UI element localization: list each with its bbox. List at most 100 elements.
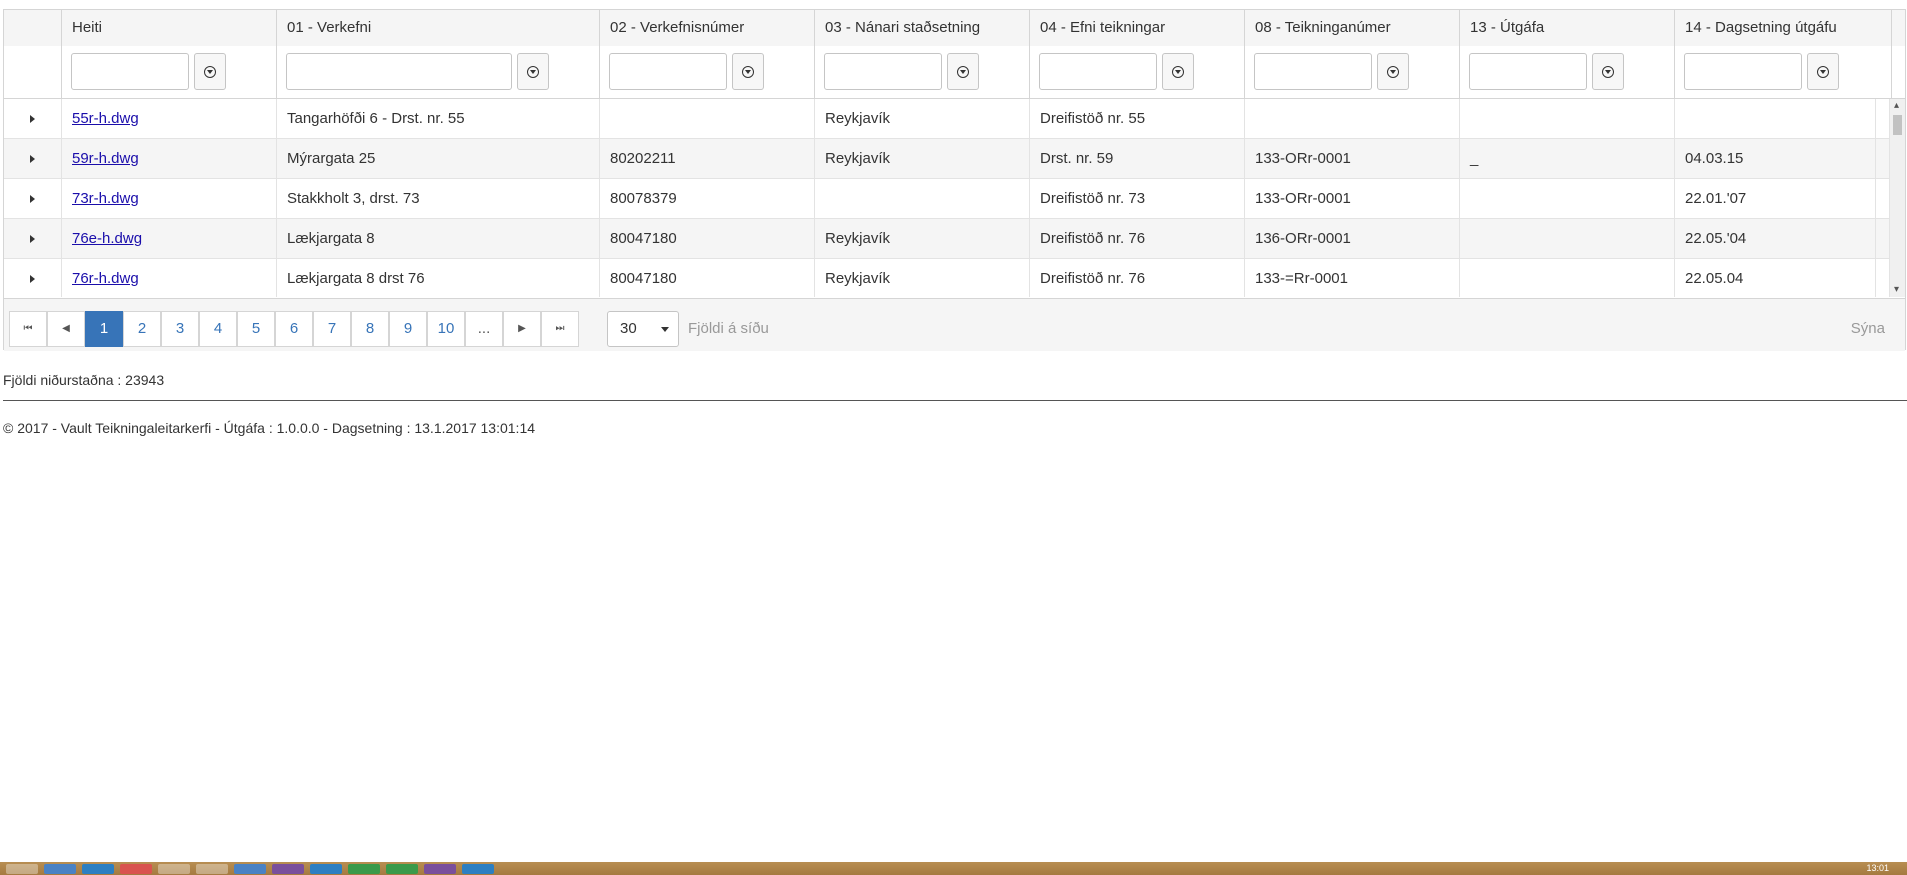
taskbar-app-icon[interactable] <box>424 863 456 874</box>
cell-stadsetning: Reykjavík <box>815 99 1030 138</box>
filter-icon <box>204 65 216 78</box>
cell-verkefni: Lækjargata 8 drst 76 <box>277 259 600 297</box>
cell-heiti: 76r-h.dwg <box>62 259 277 297</box>
drawing-file-link[interactable]: 55r-h.dwg <box>72 110 139 127</box>
cell-utgafa <box>1460 259 1675 297</box>
prev-page-button[interactable]: ◀ <box>47 311 85 347</box>
header-stadsetning[interactable]: 03 - Nánari staðsetning <box>815 10 1030 46</box>
header-efni[interactable]: 04 - Efni teikningar <box>1030 10 1245 46</box>
page-button-5[interactable]: 5 <box>237 311 275 347</box>
taskbar-app-icon[interactable] <box>234 863 266 874</box>
expand-arrow-icon <box>30 274 35 283</box>
filter-button-teikninganumer[interactable] <box>1377 53 1409 90</box>
scroll-up-icon[interactable]: ▴ <box>1894 101 1902 111</box>
start-button[interactable] <box>6 863 38 874</box>
taskbar-clock: 13:01 <box>1866 863 1889 873</box>
header-dagsetning[interactable]: 14 - Dagsetning útgáfu <box>1675 10 1892 46</box>
expand-row-button[interactable] <box>4 259 62 297</box>
drawing-file-link[interactable]: 76r-h.dwg <box>72 270 139 287</box>
taskbar-app-icon[interactable] <box>462 863 494 874</box>
cell-teikninganumer: 133-ORr-0001 <box>1245 139 1460 178</box>
results-count: Fjöldi niðurstaðna : 23943 <box>3 372 165 388</box>
page-button-9[interactable]: 9 <box>389 311 427 347</box>
expand-arrow-icon <box>30 194 35 203</box>
filter-button-stadsetning[interactable] <box>947 53 979 90</box>
header-utgafa[interactable]: 13 - Útgáfa <box>1460 10 1675 46</box>
header-teikninganumer[interactable]: 08 - Teikninganúmer <box>1245 10 1460 46</box>
header-verkefni[interactable]: 01 - Verkefni <box>277 10 600 46</box>
page-button-more[interactable]: ... <box>465 311 503 347</box>
taskbar-app-icon[interactable] <box>272 863 304 874</box>
next-page-button[interactable]: ▶ <box>503 311 541 347</box>
last-page-icon: ⏭ <box>555 323 565 334</box>
filter-cell-stadsetning <box>815 46 1030 98</box>
last-page-button[interactable]: ⏭ <box>541 311 579 347</box>
expand-arrow-icon <box>30 114 35 123</box>
filter-icon <box>1817 65 1829 78</box>
header-verkefnisnumer[interactable]: 02 - Verkefnisnúmer <box>600 10 815 46</box>
grid-header: Heiti 01 - Verkefni 02 - Verkefnisnúmer … <box>4 10 1905 47</box>
filter-input-heiti[interactable] <box>71 53 189 90</box>
taskbar-app-icon[interactable] <box>158 863 190 874</box>
filter-input-dagsetning[interactable] <box>1684 53 1802 90</box>
page-button-4[interactable]: 4 <box>199 311 237 347</box>
filter-input-stadsetning[interactable] <box>824 53 942 90</box>
page-button-2[interactable]: 2 <box>123 311 161 347</box>
taskbar-app-icon[interactable] <box>82 863 114 874</box>
page-button-6[interactable]: 6 <box>275 311 313 347</box>
filter-button-dagsetning[interactable] <box>1807 53 1839 90</box>
table-row: 55r-h.dwg Tangarhöfði 6 - Drst. nr. 55 R… <box>4 99 1891 139</box>
taskbar-app-icon[interactable] <box>120 863 152 874</box>
cell-teikninganumer: 133-=Rr-0001 <box>1245 259 1460 297</box>
filter-button-verkefni[interactable] <box>517 53 549 90</box>
filter-input-utgafa[interactable] <box>1469 53 1587 90</box>
cell-verkefni: Stakkholt 3, drst. 73 <box>277 179 600 218</box>
expand-row-button[interactable] <box>4 99 62 138</box>
filter-input-efni[interactable] <box>1039 53 1157 90</box>
filter-button-efni[interactable] <box>1162 53 1194 90</box>
cell-stadsetning <box>815 179 1030 218</box>
filter-icon <box>527 65 539 78</box>
header-heiti[interactable]: Heiti <box>62 10 277 46</box>
scroll-down-icon[interactable]: ▾ <box>1894 285 1902 295</box>
page-button-10[interactable]: 10 <box>427 311 465 347</box>
expand-row-button[interactable] <box>4 179 62 218</box>
page-button-8[interactable]: 8 <box>351 311 389 347</box>
cell-verkefnisnumer: 80047180 <box>600 219 815 258</box>
first-page-button[interactable]: ⏮ <box>9 311 47 347</box>
filter-button-heiti[interactable] <box>194 53 226 90</box>
filter-cell-verkefnisnumer <box>600 46 815 98</box>
cell-utgafa <box>1460 99 1675 138</box>
taskbar-app-icon[interactable] <box>310 863 342 874</box>
expand-row-button[interactable] <box>4 139 62 178</box>
cell-efni: Drst. nr. 59 <box>1030 139 1245 178</box>
filter-input-teikninganumer[interactable] <box>1254 53 1372 90</box>
cell-utgafa <box>1460 219 1675 258</box>
taskbar-app-icon[interactable] <box>196 863 228 874</box>
drawing-file-link[interactable]: 73r-h.dwg <box>72 190 139 207</box>
cell-verkefnisnumer <box>600 99 815 138</box>
filter-input-verkefnisnumer[interactable] <box>609 53 727 90</box>
vertical-scrollbar[interactable]: ▴ ▾ <box>1889 99 1905 297</box>
page-button-1[interactable]: 1 <box>85 311 123 347</box>
taskbar-app-icon[interactable] <box>386 863 418 874</box>
filter-button-utgafa[interactable] <box>1592 53 1624 90</box>
page-button-3[interactable]: 3 <box>161 311 199 347</box>
expand-row-button[interactable] <box>4 219 62 258</box>
cell-verkefnisnumer: 80078379 <box>600 179 815 218</box>
drawing-file-link[interactable]: 59r-h.dwg <box>72 150 139 167</box>
page-button-7[interactable]: 7 <box>313 311 351 347</box>
filter-cell-heiti <box>62 46 277 98</box>
page-size-select[interactable]: 30 <box>607 311 679 347</box>
drawing-file-link[interactable]: 76e-h.dwg <box>72 230 142 247</box>
filter-cell-verkefni <box>277 46 600 98</box>
taskbar-app-icon[interactable] <box>348 863 380 874</box>
filter-row <box>4 46 1905 99</box>
cell-heiti: 59r-h.dwg <box>62 139 277 178</box>
taskbar-app-icon[interactable] <box>44 863 76 874</box>
scrollbar-thumb[interactable] <box>1893 115 1902 135</box>
filter-cell-teikninganumer <box>1245 46 1460 98</box>
filter-input-verkefni[interactable] <box>286 53 512 90</box>
filter-button-verkefnisnumer[interactable] <box>732 53 764 90</box>
table-row: 76r-h.dwg Lækjargata 8 drst 76 80047180 … <box>4 259 1891 297</box>
